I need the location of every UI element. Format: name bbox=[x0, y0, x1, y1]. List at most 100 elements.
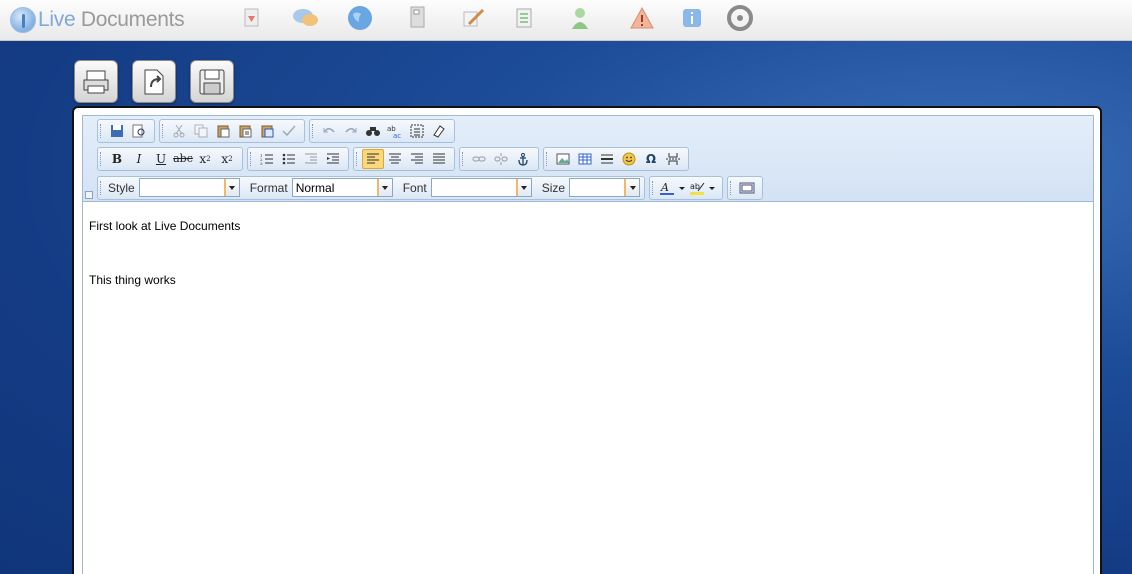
page-break-icon[interactable] bbox=[662, 149, 684, 169]
format-label: Format bbox=[249, 180, 288, 195]
smiley-icon[interactable] bbox=[618, 149, 640, 169]
tools-group bbox=[727, 175, 764, 200]
text-color-icon: A bbox=[660, 181, 686, 195]
bulleted-list-icon[interactable] bbox=[278, 149, 300, 169]
warning-icon[interactable] bbox=[628, 4, 656, 32]
align-right-icon[interactable] bbox=[406, 149, 428, 169]
colors-group: A ab bbox=[649, 175, 724, 200]
document-group bbox=[97, 118, 155, 143]
save-button[interactable] bbox=[190, 60, 234, 103]
maximize-icon[interactable] bbox=[736, 178, 758, 198]
chevron-down-icon bbox=[517, 179, 531, 196]
chat-bubbles-icon[interactable] bbox=[292, 4, 320, 32]
toolbar-row-3: Style Format Normal Font Size A ab bbox=[97, 175, 767, 200]
numbered-list-icon[interactable]: 123 bbox=[256, 149, 278, 169]
logo-mark-icon bbox=[10, 7, 36, 33]
indent-icon[interactable] bbox=[322, 149, 344, 169]
subscript-label: x bbox=[199, 151, 207, 166]
font-value bbox=[432, 179, 518, 196]
link-icon[interactable] bbox=[468, 149, 490, 169]
chevron-down-icon bbox=[225, 179, 239, 196]
redo-icon[interactable] bbox=[340, 121, 362, 141]
clipboard-group bbox=[159, 118, 305, 143]
export-document-icon bbox=[144, 69, 164, 94]
style-select[interactable] bbox=[138, 178, 240, 197]
format-value: Normal bbox=[293, 179, 379, 196]
bold-button[interactable]: B bbox=[106, 149, 128, 169]
new-document-icon[interactable] bbox=[238, 4, 266, 32]
editor-content[interactable]: First look at Live Documents This thing … bbox=[82, 202, 1094, 574]
document-line-1: First look at Live Documents bbox=[89, 219, 241, 233]
paste-word-icon[interactable] bbox=[256, 121, 278, 141]
svg-text:3: 3 bbox=[260, 161, 263, 166]
subscript-button[interactable]: x2 bbox=[194, 149, 216, 169]
paste-text-icon[interactable] bbox=[234, 121, 256, 141]
size-select[interactable] bbox=[569, 178, 641, 197]
settings-icon[interactable] bbox=[726, 4, 754, 32]
export-document-button[interactable] bbox=[132, 60, 176, 103]
font-select[interactable] bbox=[430, 178, 532, 197]
checklist-icon[interactable] bbox=[510, 4, 538, 32]
user-icon[interactable] bbox=[566, 4, 594, 32]
select-all-icon[interactable] bbox=[406, 121, 428, 141]
table-icon[interactable] bbox=[574, 149, 596, 169]
globe-icon[interactable] bbox=[346, 4, 374, 32]
superscript-label: x bbox=[221, 151, 229, 166]
document-line-2: This thing works bbox=[89, 273, 176, 287]
chevron-down-icon bbox=[626, 179, 640, 196]
toolbar-row-1: ab ac bbox=[97, 118, 459, 143]
replace-icon[interactable]: ab ac bbox=[384, 121, 406, 141]
text-color-button[interactable]: A bbox=[658, 178, 688, 198]
print-icon bbox=[83, 70, 109, 93]
styles-group: Style Format Normal Font Size bbox=[97, 175, 646, 200]
style-label: Style bbox=[108, 180, 135, 195]
copy-icon[interactable] bbox=[190, 121, 212, 141]
insert-group: Ω bbox=[543, 146, 689, 171]
cut-icon[interactable] bbox=[168, 121, 190, 141]
special-char-button[interactable]: Ω bbox=[640, 149, 662, 169]
anchor-icon[interactable] bbox=[512, 149, 534, 169]
toolbar-row-2: B I U abc x2 x2 123 Ω bbox=[97, 146, 693, 171]
preview-icon[interactable] bbox=[128, 121, 150, 141]
image-icon[interactable] bbox=[552, 149, 574, 169]
links-group bbox=[459, 146, 539, 171]
paste-icon[interactable] bbox=[212, 121, 234, 141]
size-value bbox=[570, 179, 627, 196]
highlight-color-icon: ab bbox=[690, 182, 716, 195]
underline-button[interactable]: U bbox=[150, 149, 172, 169]
format-select[interactable]: Normal bbox=[291, 178, 393, 197]
list-group: 123 bbox=[247, 146, 349, 171]
horizontal-rule-icon[interactable] bbox=[596, 149, 618, 169]
info-icon[interactable] bbox=[678, 4, 706, 32]
align-justify-icon[interactable] bbox=[428, 149, 450, 169]
remove-format-icon[interactable] bbox=[428, 121, 450, 141]
documents-icon[interactable] bbox=[404, 4, 432, 32]
rich-text-editor: ab ac B I U abc x2 x2 123 Ω Style Format… bbox=[72, 106, 1102, 574]
justify-group bbox=[353, 146, 455, 171]
superscript-button[interactable]: x2 bbox=[216, 149, 238, 169]
align-left-icon[interactable] bbox=[362, 148, 384, 169]
strikethrough-button[interactable]: abc bbox=[172, 149, 194, 169]
undo-icon[interactable] bbox=[318, 121, 340, 141]
edit-group: ab ac bbox=[309, 118, 455, 143]
chevron-down-icon bbox=[378, 179, 392, 196]
style-value bbox=[140, 179, 226, 196]
unlink-icon[interactable] bbox=[490, 149, 512, 169]
save-disk-icon bbox=[199, 69, 225, 94]
app-logo[interactable]: Live Documents bbox=[10, 5, 185, 35]
find-icon[interactable] bbox=[362, 121, 384, 141]
italic-button[interactable]: I bbox=[128, 149, 150, 169]
save-icon[interactable] bbox=[106, 121, 128, 141]
size-label: Size bbox=[541, 180, 566, 195]
editor-toolbar: ab ac B I U abc x2 x2 123 Ω Style Format… bbox=[82, 115, 1094, 202]
spellcheck-icon[interactable] bbox=[278, 121, 300, 141]
outdent-icon[interactable] bbox=[300, 149, 322, 169]
align-center-icon[interactable] bbox=[384, 149, 406, 169]
edit-pencil-icon[interactable] bbox=[460, 4, 488, 32]
basic-style-group: B I U abc x2 x2 bbox=[97, 146, 243, 171]
print-button[interactable] bbox=[74, 60, 118, 103]
background-color-button[interactable]: ab bbox=[688, 178, 718, 198]
svg-text:A: A bbox=[660, 181, 669, 194]
collapse-toolbar-button[interactable] bbox=[85, 191, 93, 199]
app-title: Live Documents bbox=[38, 8, 185, 31]
